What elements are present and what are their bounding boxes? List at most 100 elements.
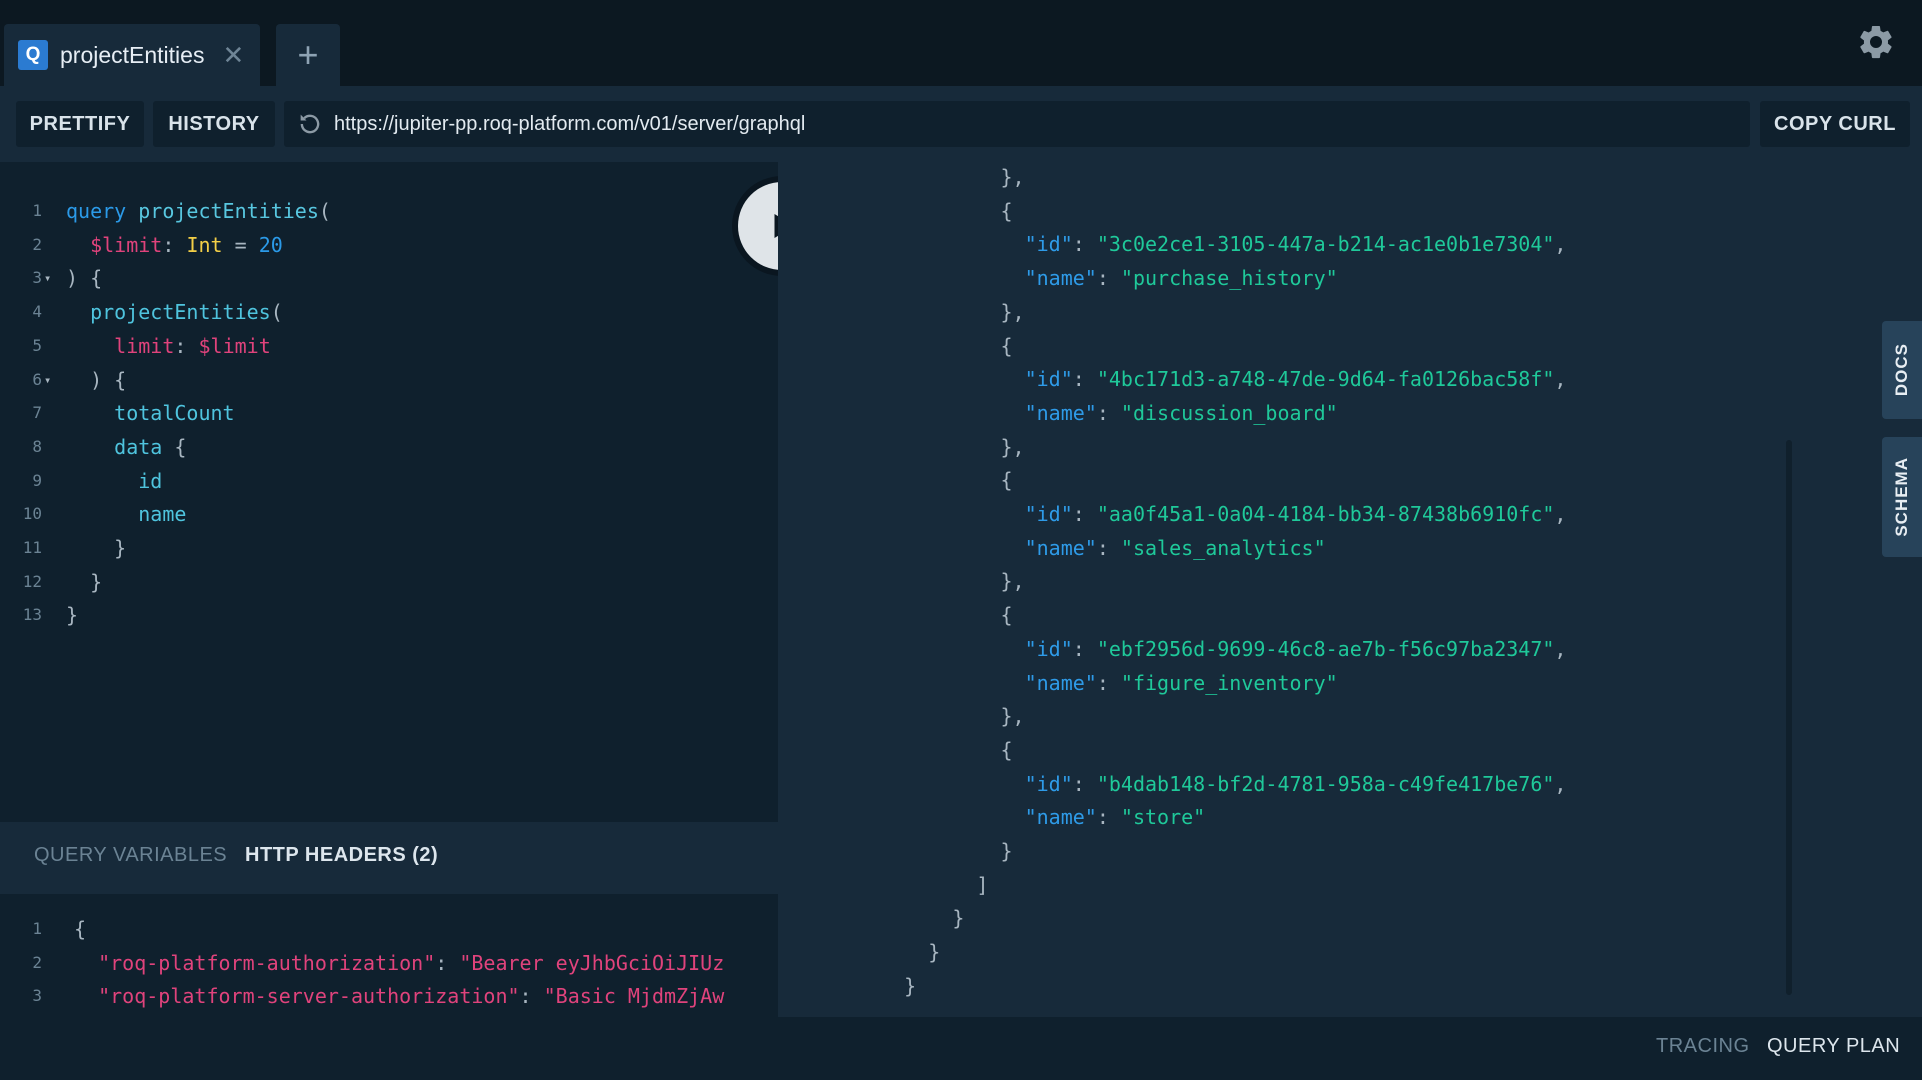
line-number: 4 bbox=[32, 302, 42, 322]
result-token: : bbox=[1072, 771, 1097, 796]
code-line: 2 $limit: Int = 20 bbox=[0, 230, 778, 260]
line-number: 7 bbox=[32, 403, 42, 423]
tab-http-headers[interactable]: HTTP HEADERS (2) bbox=[245, 844, 438, 867]
code-text: "roq-platform-authorization": "Bearer ey… bbox=[74, 948, 724, 978]
result-token: } bbox=[856, 839, 1013, 863]
code-text: data { bbox=[66, 432, 186, 462]
result-token: "ebf2956d-9699-46c8-ae7b-f56c97ba2347" bbox=[1096, 636, 1555, 661]
code-token: : bbox=[519, 984, 544, 1009]
result-line: { bbox=[856, 196, 1012, 226]
result-token: "discussion_board" bbox=[1120, 400, 1338, 425]
code-token: { bbox=[74, 917, 87, 941]
code-text: } bbox=[66, 600, 78, 630]
result-token bbox=[856, 232, 1025, 256]
line-number: 11 bbox=[22, 538, 42, 557]
result-token: }, bbox=[856, 569, 1025, 594]
result-token: "b4dab148-bf2d-4781-958a-c49fe417be76" bbox=[1096, 771, 1555, 796]
code-token: "Basic MjdmZjAw bbox=[543, 984, 725, 1009]
code-line: 2 "roq-platform-authorization": "Bearer … bbox=[0, 948, 778, 978]
result-token bbox=[856, 401, 1025, 425]
result-token: : bbox=[1072, 636, 1097, 661]
docs-tab[interactable]: DOCS bbox=[1882, 321, 1922, 419]
close-icon[interactable]: ✕ bbox=[222, 40, 244, 71]
line-number: 3 bbox=[32, 986, 42, 1006]
line-number: 8 bbox=[32, 436, 42, 456]
result-token: { bbox=[856, 737, 1013, 762]
result-line: } bbox=[856, 971, 916, 1001]
gear-icon[interactable] bbox=[1856, 22, 1896, 62]
code-token: $limit bbox=[198, 333, 271, 358]
result-token: : bbox=[1096, 670, 1121, 695]
result-token: : bbox=[1072, 367, 1097, 392]
footer: TRACING QUERY PLAN bbox=[0, 1017, 1922, 1080]
schema-tab[interactable]: SCHEMA bbox=[1882, 437, 1922, 557]
query-plan-tab[interactable]: QUERY PLAN bbox=[1767, 1035, 1900, 1058]
code-line: 5 limit: $limit bbox=[0, 331, 778, 361]
endpoint-url-input[interactable]: https://jupiter-pp.roq-platform.com/v01/… bbox=[284, 101, 1750, 147]
code-token: { bbox=[162, 434, 187, 459]
result-token: "id" bbox=[1024, 636, 1073, 661]
results-scrollbar[interactable] bbox=[1786, 440, 1792, 995]
refresh-icon[interactable] bbox=[296, 110, 324, 138]
result-token: : bbox=[1096, 266, 1121, 291]
result-token: "name" bbox=[1024, 400, 1097, 425]
result-token: , bbox=[1554, 636, 1567, 661]
code-token: "roq-platform-authorization" bbox=[98, 950, 436, 975]
copy-curl-button[interactable]: COPY CURL bbox=[1760, 101, 1910, 147]
code-token: Int bbox=[186, 232, 223, 257]
result-token: }, bbox=[856, 165, 1025, 189]
result-token: "id" bbox=[1024, 502, 1073, 526]
result-line: ] bbox=[856, 870, 988, 900]
line-number: 3 bbox=[32, 268, 42, 288]
result-line: "name": "purchase_history" bbox=[856, 263, 1338, 293]
result-token bbox=[856, 502, 1025, 526]
line-number: 2 bbox=[32, 234, 42, 254]
code-text: "roq-platform-server-authorization": "Ba… bbox=[74, 981, 724, 1011]
code-text: limit: $limit bbox=[66, 331, 271, 361]
tab-title: projectEntities bbox=[60, 41, 205, 68]
code-text: { bbox=[74, 914, 86, 944]
code-token: ( bbox=[270, 300, 283, 325]
result-line: } bbox=[856, 903, 964, 933]
code-line: 4 projectEntities( bbox=[0, 297, 778, 327]
history-button[interactable]: HISTORY bbox=[153, 101, 275, 147]
code-line: 3 ▾) { bbox=[0, 263, 778, 293]
result-token: , bbox=[1554, 232, 1567, 257]
code-token: 20 bbox=[258, 232, 283, 257]
result-line: }, bbox=[856, 701, 1024, 731]
results-pane: }, { "id": "3c0e2ce1-3105-447a-b214-ac1e… bbox=[778, 162, 1922, 1017]
toolbar: PRETTIFY HISTORY https://jupiter-pp.roq-… bbox=[0, 86, 1922, 162]
result-token: "id" bbox=[1024, 771, 1073, 796]
code-token: name bbox=[138, 502, 187, 527]
result-line: }, bbox=[856, 297, 1024, 327]
result-token: "figure_inventory" bbox=[1120, 670, 1338, 695]
code-token: ) { bbox=[66, 367, 127, 392]
line-number: 5 bbox=[32, 335, 42, 355]
fold-toggle-icon[interactable]: ▾ bbox=[44, 263, 51, 293]
fold-toggle-icon[interactable]: ▾ bbox=[44, 365, 51, 395]
line-number: 1 bbox=[32, 919, 42, 938]
line-number: 13 bbox=[22, 605, 42, 625]
tracing-tab[interactable]: TRACING bbox=[1656, 1035, 1750, 1058]
tab-query-variables[interactable]: QUERY VARIABLES bbox=[34, 844, 227, 867]
code-text: } bbox=[66, 533, 126, 563]
result-line: "name": "store" bbox=[856, 802, 1206, 832]
result-token: , bbox=[1554, 771, 1567, 796]
plus-icon[interactable]: + bbox=[276, 24, 340, 86]
tab-project-entities[interactable]: Q projectEntities ✕ bbox=[4, 24, 260, 86]
result-token: { bbox=[856, 333, 1013, 358]
prettify-button[interactable]: PRETTIFY bbox=[16, 101, 144, 147]
result-token: "name" bbox=[1024, 535, 1097, 560]
result-line: } bbox=[856, 836, 1013, 866]
code-line: 1 query projectEntities( bbox=[0, 196, 778, 226]
result-line: } bbox=[856, 937, 940, 967]
result-token: "sales_analytics" bbox=[1120, 535, 1326, 560]
result-token bbox=[856, 266, 1025, 290]
result-token: , bbox=[1554, 502, 1567, 526]
query-editor[interactable]: 1 query projectEntities( 2 $limit: Int = 2… bbox=[0, 162, 778, 822]
code-text: ) { bbox=[66, 365, 126, 395]
